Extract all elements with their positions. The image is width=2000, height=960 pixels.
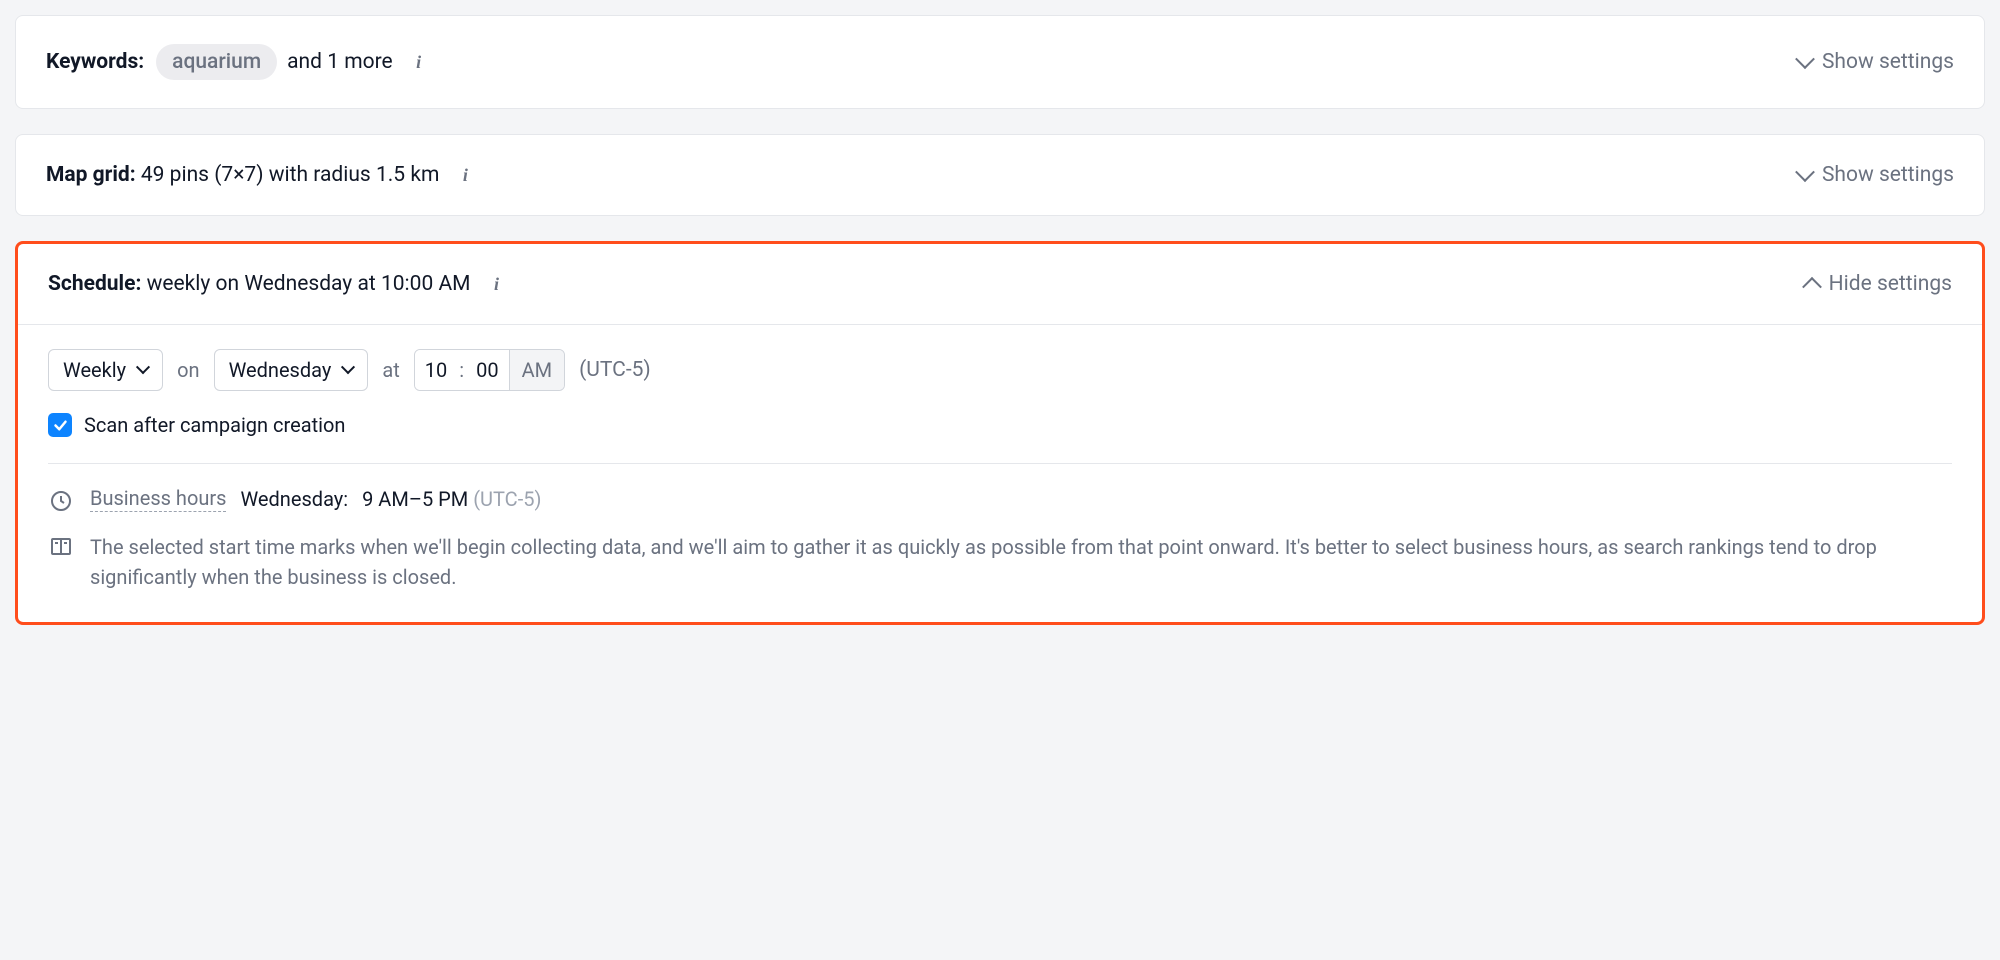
ampm-toggle[interactable]: AM	[509, 350, 565, 390]
keyword-chip[interactable]: aquarium	[156, 44, 277, 80]
scan-after-checkbox[interactable]	[48, 413, 72, 437]
book-icon	[48, 534, 74, 560]
mapgrid-header: Map grid: 49 pins (7×7) with radius 1.5 …	[16, 135, 1984, 215]
schedule-toggle-label: Hide settings	[1829, 272, 1952, 296]
mapgrid-label: Map grid:	[46, 163, 136, 187]
timezone-label: (UTC-5)	[579, 358, 651, 382]
minute-value[interactable]: 00	[466, 350, 508, 390]
business-hours-label[interactable]: Business hours	[90, 486, 226, 512]
keywords-toggle[interactable]: Show settings	[1798, 50, 1954, 74]
keywords-more: and 1 more	[287, 50, 393, 74]
business-hours-range: 9 AM–5 PM	[362, 487, 468, 511]
divider	[48, 463, 1952, 464]
note-text: The selected start time marks when we'll…	[90, 532, 1952, 592]
chevron-down-icon	[1795, 49, 1815, 69]
scan-after-label: Scan after campaign creation	[84, 413, 345, 437]
schedule-toggle[interactable]: Hide settings	[1805, 272, 1952, 296]
schedule-card: Schedule: weekly on Wednesday at 10:00 A…	[15, 241, 1985, 625]
info-icon[interactable]: i	[455, 165, 475, 186]
schedule-summary: weekly on Wednesday at 10:00 AM	[147, 272, 471, 296]
frequency-select[interactable]: Weekly	[48, 349, 163, 391]
scan-after-row: Scan after campaign creation	[48, 413, 1952, 437]
mapgrid-toggle-label: Show settings	[1822, 163, 1954, 187]
schedule-label: Schedule:	[48, 272, 141, 296]
time-input[interactable]: 10 : 00 AM	[414, 349, 565, 391]
mapgrid-toggle[interactable]: Show settings	[1798, 163, 1954, 187]
info-icon[interactable]: i	[409, 52, 429, 73]
schedule-controls-row: Weekly on Wednesday at 10 : 00 AM (UTC-5…	[48, 349, 1952, 391]
check-icon	[53, 418, 68, 433]
info-icon[interactable]: i	[486, 274, 506, 295]
connector-at: at	[382, 358, 399, 382]
time-colon: :	[457, 350, 466, 390]
chevron-down-icon	[1795, 162, 1815, 182]
keywords-toggle-label: Show settings	[1822, 50, 1954, 74]
chevron-down-icon	[341, 360, 355, 374]
chevron-down-icon	[136, 360, 150, 374]
frequency-value: Weekly	[63, 358, 126, 382]
hour-value[interactable]: 10	[415, 350, 457, 390]
connector-on: on	[177, 358, 199, 382]
mapgrid-title-wrap: Map grid: 49 pins (7×7) with radius 1.5 …	[46, 163, 439, 187]
business-hours-tz: (UTC-5)	[473, 487, 541, 511]
business-hours-row: Business hours Wednesday: 9 AM–5 PM (UTC…	[48, 486, 1952, 514]
keywords-chip-wrap: aquarium and 1 more	[156, 44, 393, 80]
business-hours-line: Business hours Wednesday: 9 AM–5 PM (UTC…	[90, 486, 541, 512]
schedule-title-wrap: Schedule: weekly on Wednesday at 10:00 A…	[48, 272, 470, 296]
schedule-body: Weekly on Wednesday at 10 : 00 AM (UTC-5…	[18, 324, 1982, 622]
day-select[interactable]: Wednesday	[214, 349, 369, 391]
note-row: The selected start time marks when we'll…	[48, 532, 1952, 592]
keywords-card: Keywords: aquarium and 1 more i Show set…	[15, 15, 1985, 109]
mapgrid-card: Map grid: 49 pins (7×7) with radius 1.5 …	[15, 134, 1985, 216]
schedule-header: Schedule: weekly on Wednesday at 10:00 A…	[18, 244, 1982, 324]
business-hours-day: Wednesday:	[240, 487, 348, 511]
mapgrid-summary: 49 pins (7×7) with radius 1.5 km	[141, 163, 440, 187]
keywords-header: Keywords: aquarium and 1 more i Show set…	[16, 16, 1984, 108]
clock-icon	[48, 488, 74, 514]
chevron-up-icon	[1802, 277, 1822, 297]
keywords-label: Keywords:	[46, 50, 144, 74]
day-value: Wednesday	[229, 358, 332, 382]
business-hours-wrap: 9 AM–5 PM (UTC-5)	[362, 487, 541, 511]
